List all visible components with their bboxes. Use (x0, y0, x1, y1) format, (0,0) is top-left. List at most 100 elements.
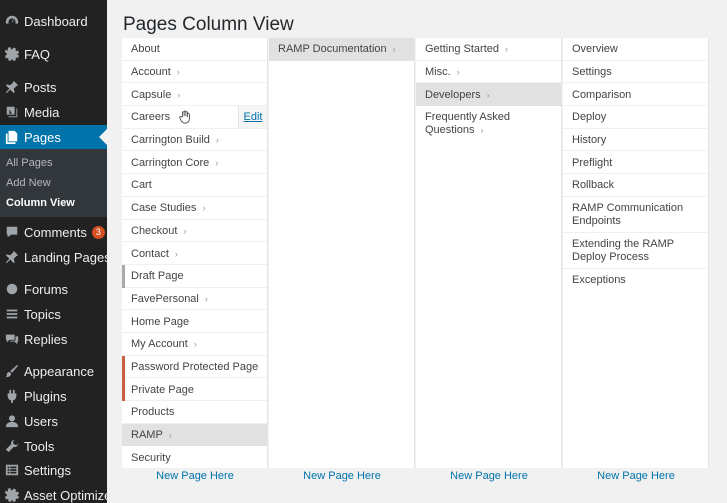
submenu-all-pages[interactable]: All Pages (6, 157, 52, 169)
menu-label: Pages (24, 129, 61, 145)
page-label: Security (131, 451, 171, 464)
chevron-right-icon: › (392, 44, 396, 55)
page-label: Overview (572, 43, 618, 56)
wrench-icon (0, 439, 24, 453)
page-row[interactable]: About (122, 38, 267, 61)
page-row[interactable]: Exceptions (563, 269, 708, 292)
page-row[interactable]: Case Studies › (122, 197, 267, 220)
chevron-right-icon: › (177, 89, 181, 100)
menu-dashboard[interactable]: Dashboard (0, 9, 107, 33)
page-row[interactable]: History (563, 129, 708, 152)
pin-icon (0, 80, 24, 94)
menu-topics[interactable]: Topics (0, 302, 107, 326)
menu-label: Dashboard (24, 13, 88, 29)
column-level-3: Getting Started › Misc. › Developers › Freq… (416, 38, 562, 468)
menu-tools[interactable]: Tools (0, 434, 107, 458)
menu-appearance[interactable]: Appearance (0, 359, 107, 383)
menu-forums[interactable]: Forums (0, 277, 107, 301)
menu-asset-optimizer[interactable]: Asset Optimizer (0, 483, 116, 503)
page-label: Getting Started (425, 43, 499, 56)
page-label: Account (131, 66, 171, 79)
page-row-private[interactable]: Private Page (122, 378, 267, 401)
page-row-draft[interactable]: Draft Page (122, 264, 267, 288)
chevron-right-icon: › (505, 44, 508, 55)
page-label: Developers (425, 88, 481, 101)
page-row[interactable]: Capsule › (122, 83, 267, 107)
chevron-right-icon: › (204, 293, 208, 304)
page-row[interactable]: Checkout › (122, 220, 267, 243)
menu-label: Topics (24, 306, 61, 322)
comment-icon (0, 225, 24, 239)
menu-label: Replies (24, 331, 68, 347)
page-row[interactable]: Carrington Build › (122, 129, 267, 152)
menu-label: Posts (24, 79, 57, 95)
menu-replies[interactable]: Replies (0, 327, 107, 351)
page-row-selected[interactable]: RAMP › (122, 423, 267, 447)
menu-faq[interactable]: FAQ (0, 42, 107, 66)
page-row[interactable]: Cart (122, 174, 267, 197)
page-row[interactable]: Preflight (563, 151, 708, 175)
page-row[interactable]: Extending the RAMP Deploy Process (563, 233, 708, 269)
submenu-add-new[interactable]: Add New (6, 177, 51, 189)
page-row[interactable]: Frequently Asked Questions › (416, 106, 561, 142)
page-row-selected[interactable]: Developers › (416, 83, 561, 107)
page-label: Careers (131, 111, 171, 124)
user-icon (0, 414, 24, 428)
column-level-4: Overview Settings Comparison Deploy Hist… (563, 38, 709, 468)
page-row[interactable]: Home Page (122, 310, 267, 333)
active-indicator (99, 129, 107, 145)
new-page-link[interactable]: New Page Here (269, 470, 415, 482)
page-row[interactable]: Rollback (563, 174, 708, 197)
page-row[interactable]: Products (122, 401, 267, 424)
page-label: RAMP Documentation (278, 43, 387, 56)
new-page-link[interactable]: New Page Here (122, 470, 268, 482)
menu-label: Appearance (24, 363, 95, 379)
menu-settings[interactable]: Settings (0, 458, 107, 482)
page-row[interactable]: Comparison (563, 83, 708, 107)
page-label: Deploy (572, 111, 607, 124)
page-label: Frequently Asked Questions › (425, 111, 553, 137)
menu-plugins[interactable]: Plugins (0, 384, 107, 408)
page-row[interactable]: Account › (122, 61, 267, 84)
forums-icon (0, 282, 24, 296)
page-row[interactable]: Security (122, 446, 267, 469)
menu-label: Forums (24, 281, 69, 297)
menu-landing-pages[interactable]: Landing Pages (0, 245, 111, 269)
menu-label: Users (24, 413, 58, 429)
chevron-right-icon: › (193, 339, 197, 350)
menu-comments[interactable]: Comments 3 (0, 220, 107, 244)
column-level-2: RAMP Documentation › (269, 38, 415, 468)
menu-label: Comments (24, 224, 87, 240)
menu-pages[interactable]: Pages (0, 125, 107, 149)
edit-link[interactable]: Edit (238, 106, 267, 129)
page-row[interactable]: Misc. › (416, 61, 561, 84)
menu-media[interactable]: Media (0, 100, 107, 124)
page-label: FavePersonal (131, 292, 199, 305)
new-page-link[interactable]: New Page Here (416, 470, 562, 482)
menu-posts[interactable]: Posts (0, 75, 107, 99)
gear-icon (0, 47, 24, 61)
pin-icon (0, 250, 24, 264)
page-row[interactable]: Getting Started › (416, 38, 561, 61)
page-row-protected[interactable]: Password Protected Page (122, 355, 267, 379)
menu-users[interactable]: Users (0, 409, 107, 433)
page-label: My Account (131, 338, 188, 351)
topics-icon (0, 307, 24, 321)
page-row[interactable]: Contact › (122, 242, 267, 265)
page-label: Carrington Core (131, 156, 210, 169)
page-label-text: Frequently Asked Questions (425, 111, 510, 137)
page-row[interactable]: Deploy (563, 106, 708, 129)
page-row[interactable]: Overview (563, 38, 708, 61)
menu-label: Settings (24, 462, 71, 478)
page-row-selected[interactable]: RAMP Documentation › (269, 38, 414, 61)
submenu-column-view[interactable]: Column View (6, 197, 75, 209)
page-row[interactable]: My Account › (122, 333, 267, 356)
page-label: Cart (131, 179, 152, 192)
page-row[interactable]: Carrington Core › (122, 151, 267, 175)
page-title: Pages Column View (123, 14, 294, 35)
page-row[interactable]: RAMP Communication Endpoints (563, 197, 708, 233)
page-row[interactable]: FavePersonal › (122, 288, 267, 311)
page-row-hovered[interactable]: Careers Edit (122, 106, 267, 129)
new-page-link[interactable]: New Page Here (563, 470, 709, 482)
page-row[interactable]: Settings (563, 61, 708, 84)
